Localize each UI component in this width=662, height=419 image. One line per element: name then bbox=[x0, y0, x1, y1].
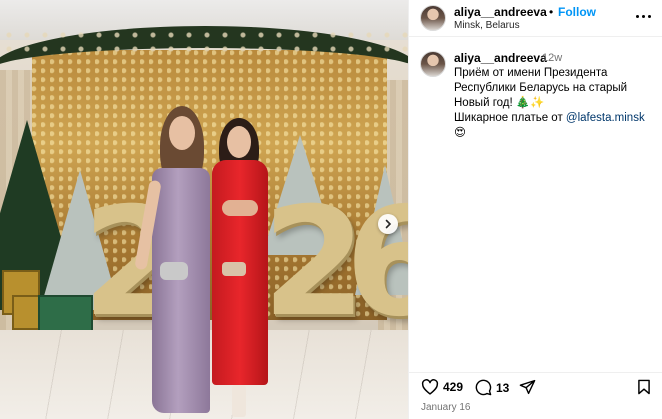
caption-line: Новый год! 🎄✨ bbox=[454, 97, 545, 109]
comment-button[interactable]: 13 bbox=[475, 379, 509, 396]
post-header: aliya__andreeva • Follow Minsk, Belarus bbox=[409, 0, 662, 37]
follow-button[interactable]: Follow bbox=[558, 5, 596, 19]
paper-plane-icon bbox=[519, 379, 536, 395]
share-button[interactable] bbox=[519, 379, 536, 395]
mention-link[interactable]: @lafesta.minsk bbox=[566, 112, 645, 124]
comment-count: 13 bbox=[496, 380, 510, 395]
separator-dot: • bbox=[549, 5, 554, 19]
garland-ornaments bbox=[0, 28, 408, 58]
comment-bubble-icon bbox=[475, 379, 492, 396]
more-options-icon[interactable] bbox=[636, 10, 654, 22]
golden-digit: 6 bbox=[345, 176, 408, 350]
heart-icon bbox=[421, 379, 439, 395]
save-button[interactable] bbox=[637, 379, 651, 395]
avatar[interactable] bbox=[420, 51, 446, 77]
caption-text: Приём от имени Президента Республики Бел… bbox=[454, 66, 659, 141]
action-bar: 429 13 bbox=[409, 372, 662, 400]
chevron-right-icon bbox=[385, 219, 392, 229]
bookmark-icon bbox=[638, 379, 650, 395]
post-date[interactable]: January 16 bbox=[421, 402, 470, 413]
caption-username[interactable]: aliya__andreeva bbox=[454, 51, 547, 65]
clutch-bag bbox=[160, 262, 188, 280]
avatar[interactable] bbox=[420, 5, 446, 31]
caption-line: Шикарное платье от @lafesta.minsk 😍 bbox=[454, 111, 659, 141]
location-link[interactable]: Minsk, Belarus bbox=[454, 20, 520, 31]
next-photo-button[interactable] bbox=[378, 214, 398, 234]
clutch-bag bbox=[222, 262, 246, 276]
caption-line: Приём от имени Президента bbox=[454, 67, 608, 79]
caption-line: Республики Беларусь на старый bbox=[454, 82, 628, 94]
header-username[interactable]: aliya__andreeva bbox=[454, 5, 547, 19]
caption-timestamp[interactable]: 12w bbox=[542, 52, 562, 64]
post-side-panel: aliya__andreeva • Follow Minsk, Belarus … bbox=[408, 0, 662, 419]
caption-emoji: 😍 bbox=[454, 127, 466, 139]
like-count: 429 bbox=[443, 380, 464, 394]
like-button[interactable]: 429 bbox=[421, 379, 463, 395]
post-photo[interactable]: 2 2 6 bbox=[0, 0, 408, 419]
caption-line-text: Шикарное платье от bbox=[454, 112, 566, 124]
